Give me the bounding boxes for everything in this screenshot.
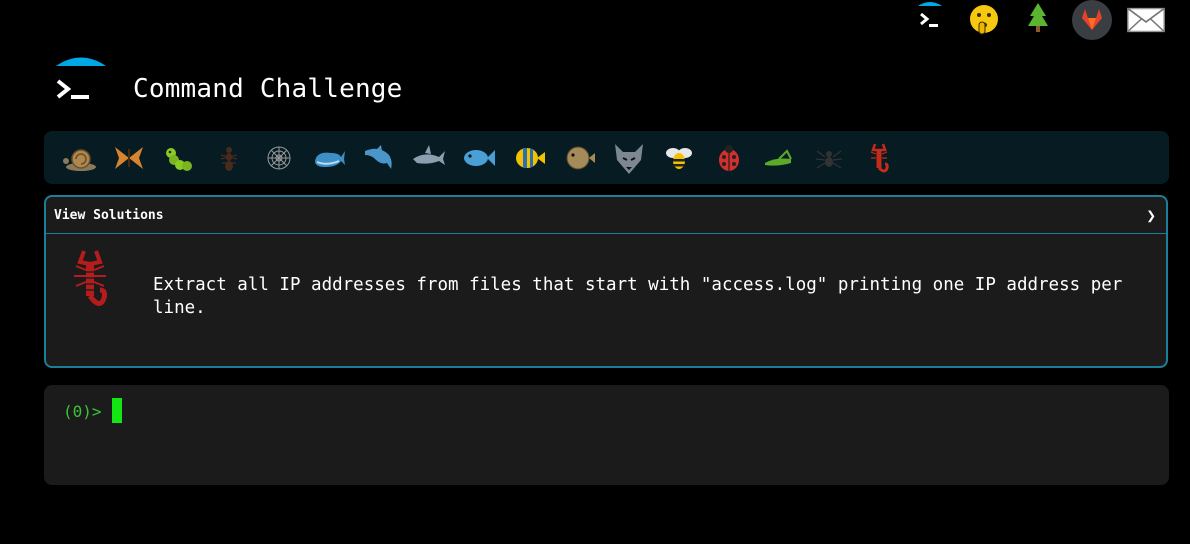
ladybug-icon[interactable] bbox=[704, 138, 754, 178]
challenge-body: Extract all IP addresses from files that… bbox=[46, 234, 1166, 364]
page-title: Command Challenge bbox=[133, 74, 403, 104]
shushing-face-icon[interactable] bbox=[964, 0, 1004, 40]
scorpion-icon[interactable] bbox=[854, 138, 904, 178]
spider-web-icon[interactable] bbox=[254, 138, 304, 178]
dolphin-icon[interactable] bbox=[354, 138, 404, 178]
fish-icon[interactable] bbox=[454, 138, 504, 178]
whale-icon[interactable] bbox=[304, 138, 354, 178]
tree-icon[interactable] bbox=[1018, 0, 1058, 40]
terminal-icon[interactable] bbox=[910, 0, 950, 40]
bee-icon[interactable] bbox=[654, 138, 704, 178]
butterfly-icon[interactable] bbox=[104, 138, 154, 178]
snail-icon[interactable] bbox=[54, 138, 104, 178]
challenge-progress-bar bbox=[44, 131, 1169, 184]
spider-icon[interactable] bbox=[804, 138, 854, 178]
chevron-right-icon: ❯ bbox=[1146, 205, 1156, 225]
terminal-cursor bbox=[112, 398, 122, 423]
logo bbox=[54, 55, 108, 109]
view-solutions-toggle[interactable]: View Solutions ❯ bbox=[46, 197, 1166, 234]
wolf-icon[interactable] bbox=[604, 138, 654, 178]
blowfish-icon[interactable] bbox=[554, 138, 604, 178]
shark-icon[interactable] bbox=[404, 138, 454, 178]
terminal-prompt: (0)> bbox=[63, 402, 102, 421]
mail-icon[interactable] bbox=[1126, 0, 1166, 40]
top-nav bbox=[910, 0, 1166, 40]
terminal[interactable]: (0)> bbox=[44, 385, 1169, 485]
gitlab-icon[interactable] bbox=[1072, 0, 1112, 40]
caterpillar-icon[interactable] bbox=[154, 138, 204, 178]
view-solutions-label: View Solutions bbox=[54, 207, 164, 223]
ant-icon[interactable] bbox=[204, 138, 254, 178]
scorpion-icon bbox=[68, 248, 112, 312]
challenge-description: Extract all IP addresses from files that… bbox=[153, 275, 1123, 318]
challenge-panel: View Solutions ❯ Extract all IP addresse… bbox=[44, 195, 1168, 368]
tropical-fish-icon[interactable] bbox=[504, 138, 554, 178]
cricket-icon[interactable] bbox=[754, 138, 804, 178]
